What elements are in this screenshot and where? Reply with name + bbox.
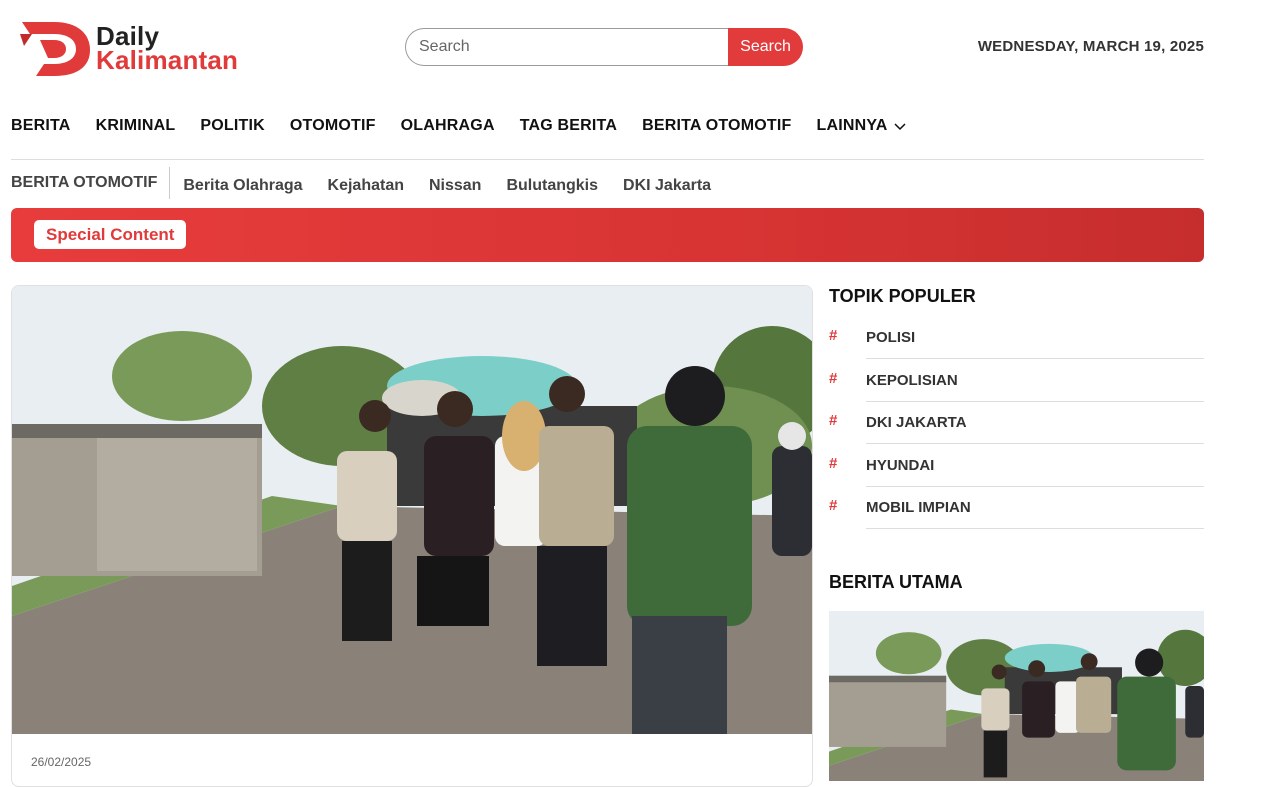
topik-populer-list: # POLISI # KEPOLISIAN # DKI JAKARTA # HY… (829, 316, 1204, 530)
search-input[interactable] (405, 28, 741, 66)
topik-link-dki-jakarta[interactable]: DKI JAKARTA (866, 401, 1204, 445)
topik-populer-heading: TOPIK POPULER (829, 286, 976, 306)
chevron-down-icon (893, 123, 906, 131)
nav-item-lainnya[interactable]: LAINNYA (816, 117, 906, 135)
nav-item-otomotif[interactable]: OTOMOTIF (290, 117, 376, 135)
sub-nav-heading[interactable]: BERITA OTOMOTIF (11, 167, 171, 199)
topik-link-polisi[interactable]: POLISI (866, 316, 1204, 359)
hashtag-icon: # (829, 412, 838, 430)
search-button[interactable]: Search (728, 28, 803, 66)
featured-article-card[interactable]: 26/02/2025 (11, 285, 813, 787)
featured-article-photo[interactable] (12, 286, 812, 734)
topik-item-hyundai: # HYUNDAI (829, 444, 1204, 487)
berita-utama-heading: BERITA UTAMA (829, 572, 963, 592)
topik-item-mobil-impian: # MOBIL IMPIAN (829, 486, 1204, 530)
nav-item-kriminal[interactable]: KRIMINAL (96, 117, 176, 135)
topik-label: HYUNDAI (866, 456, 935, 474)
topik-item-dki-jakarta: # DKI JAKARTA (829, 401, 1204, 445)
hashtag-icon: # (829, 327, 838, 344)
site-logo[interactable]: Daily Kalimantan (20, 18, 250, 78)
nav-item-politik[interactable]: POLITIK (200, 117, 265, 135)
nav-item-berita[interactable]: BERITA (11, 117, 71, 135)
berita-utama-thumbnail[interactable] (829, 611, 1204, 781)
topik-label: KEPOLISIAN (866, 371, 958, 389)
topik-label: DKI JAKARTA (866, 414, 967, 432)
topik-label: MOBIL IMPIAN (866, 499, 971, 517)
nav-divider (11, 159, 1204, 160)
topik-label: POLISI (866, 329, 916, 346)
sub-nav-item-berita-olahraga[interactable]: Berita Olahraga (183, 177, 302, 195)
berita-utama-photo (829, 611, 1204, 781)
special-content-banner: Special Content (11, 208, 1204, 262)
article-date: 26/02/2025 (31, 755, 92, 769)
topik-link-mobil-impian[interactable]: MOBIL IMPIAN (866, 486, 1204, 530)
logo-d-icon (20, 22, 90, 76)
sub-nav-item-kejahatan[interactable]: Kejahatan (328, 177, 404, 195)
hashtag-icon: # (829, 454, 838, 472)
logo-text-kalimantan: Kalimantan (96, 45, 239, 75)
special-content-badge[interactable]: Special Content (34, 220, 187, 249)
topik-link-kepolisian[interactable]: KEPOLISIAN (866, 359, 1204, 402)
main-nav: BERITA KRIMINAL POLITIK OTOMOTIF OLAHRAG… (11, 117, 932, 135)
nav-item-lainnya-label: LAINNYA (816, 117, 888, 134)
hashtag-icon: # (829, 369, 838, 387)
nav-item-olahraga[interactable]: OLAHRAGA (401, 117, 495, 135)
sub-nav-item-nissan[interactable]: Nissan (429, 177, 481, 195)
topik-item-kepolisian: # KEPOLISIAN (829, 359, 1204, 402)
hashtag-icon: # (829, 497, 838, 515)
sub-nav: BERITA OTOMOTIF Berita Olahraga Kejahata… (11, 167, 723, 199)
nav-item-berita-otomotif[interactable]: BERITA OTOMOTIF (642, 117, 791, 135)
current-date: WEDNESDAY, MARCH 19, 2025 (977, 38, 1204, 55)
sub-nav-item-dki-jakarta[interactable]: DKI Jakarta (623, 177, 711, 195)
topik-item-polisi: # POLISI (829, 316, 1204, 359)
sub-nav-item-bulutangkis[interactable]: Bulutangkis (506, 177, 598, 195)
topik-link-hyundai[interactable]: HYUNDAI (866, 444, 1204, 487)
search-form: Search (405, 28, 803, 66)
nav-item-tag-berita[interactable]: TAG BERITA (520, 117, 617, 135)
